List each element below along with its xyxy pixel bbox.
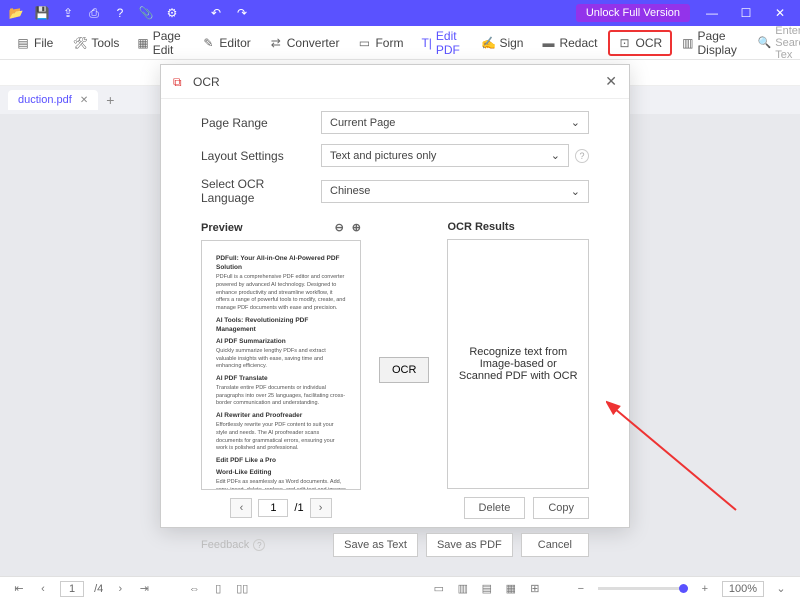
- ocr-dialog-icon: ⧉: [173, 75, 187, 89]
- redact-icon: ▬: [541, 36, 555, 50]
- layout-help-icon[interactable]: ?: [575, 149, 589, 163]
- status-bar: ⇤ ‹ 1 /4 › ⇥ ⇔ ▯ ▯▯ ▭ ▥ ▤ ▦ ⊞ − + 100% ⌄: [0, 576, 800, 600]
- title-bar: 📂 💾 ⇪ ⎙ ? 📎 ⚙ ↶ ↷ Unlock Full Version — …: [0, 0, 800, 26]
- zoom-slider[interactable]: [598, 587, 688, 590]
- ocr-tab[interactable]: ⊡OCR: [608, 30, 673, 56]
- ocr-icon: ⊡: [618, 36, 632, 50]
- feedback-link[interactable]: Feedback?: [201, 539, 265, 551]
- preview-pager: ‹ /1 ›: [201, 498, 361, 518]
- unlock-button[interactable]: Unlock Full Version: [576, 4, 690, 22]
- language-select[interactable]: Chinese⌄: [321, 180, 589, 203]
- next-page-icon[interactable]: ›: [113, 582, 127, 596]
- undo-icon[interactable]: ↶: [208, 5, 224, 21]
- view-mode-3-icon[interactable]: ▤: [480, 582, 494, 596]
- layout-select[interactable]: Text and pictures only⌄: [321, 144, 569, 167]
- redo-icon[interactable]: ↷: [234, 5, 250, 21]
- preview-header: Preview: [201, 222, 243, 234]
- converter-tab[interactable]: ⇄Converter: [261, 32, 348, 54]
- maximize-button[interactable]: ☐: [734, 6, 758, 20]
- view-mode-1-icon[interactable]: ▭: [432, 582, 446, 596]
- minimize-button[interactable]: —: [700, 6, 724, 20]
- first-page-icon[interactable]: ⇤: [12, 582, 26, 596]
- zoom-level: 100%: [722, 581, 764, 597]
- page-total: /1: [294, 502, 303, 514]
- view-mode-4-icon[interactable]: ▦: [504, 582, 518, 596]
- close-tab-icon[interactable]: ✕: [80, 95, 88, 106]
- document-tab[interactable]: duction.pdf ✕: [8, 90, 98, 110]
- search-icon: 🔍: [758, 36, 772, 49]
- page-range-label: Page Range: [201, 116, 321, 130]
- form-tab[interactable]: ▭Form: [349, 32, 411, 54]
- next-page-button[interactable]: ›: [310, 498, 332, 518]
- fit-width-icon[interactable]: ⇔: [187, 582, 201, 596]
- feedback-help-icon: ?: [253, 539, 265, 551]
- zoom-in-icon[interactable]: ⊕: [352, 221, 361, 234]
- chevron-down-icon: ⌄: [571, 116, 580, 129]
- settings-icon[interactable]: ⚙: [164, 5, 180, 21]
- cancel-button[interactable]: Cancel: [521, 533, 589, 557]
- two-page-icon[interactable]: ▯▯: [235, 582, 249, 596]
- last-page-icon[interactable]: ⇥: [137, 582, 151, 596]
- view-mode-2-icon[interactable]: ▥: [456, 582, 470, 596]
- editor-icon: ✎: [201, 36, 215, 50]
- page-display-tab[interactable]: ▥Page Display: [674, 25, 747, 61]
- single-page-icon[interactable]: ▯: [211, 582, 225, 596]
- file-menu[interactable]: ▤File: [8, 32, 61, 54]
- main-toolbar: ▤File 🛠Tools ▦Page Edit ✎Editor ⇄Convert…: [0, 26, 800, 60]
- save-as-pdf-button[interactable]: Save as PDF: [426, 533, 513, 557]
- ocr-results-box: Recognize text from Image-based or Scann…: [447, 239, 589, 489]
- lang-label: Select OCR Language: [201, 177, 321, 205]
- edit-pdf-icon: T|: [421, 36, 431, 50]
- close-window-button[interactable]: ✕: [768, 6, 792, 20]
- editor-tab[interactable]: ✎Editor: [193, 32, 258, 54]
- layout-label: Layout Settings: [201, 149, 321, 163]
- new-tab-button[interactable]: +: [106, 92, 114, 108]
- save-icon[interactable]: 💾: [34, 5, 50, 21]
- page-edit-tab[interactable]: ▦Page Edit: [129, 25, 191, 61]
- page-input[interactable]: [258, 499, 288, 517]
- attach-icon[interactable]: 📎: [138, 5, 154, 21]
- zoom-dropdown-icon[interactable]: ⌄: [774, 582, 788, 596]
- tools-icon: 🛠: [73, 36, 87, 50]
- close-dialog-button[interactable]: ✕: [605, 73, 617, 90]
- save-as-text-button[interactable]: Save as Text: [333, 533, 418, 557]
- preview-thumbnail: PDFull: Your All-in-One AI-Powered PDF S…: [201, 240, 361, 490]
- print-icon[interactable]: ⎙: [86, 5, 102, 21]
- copy-button[interactable]: Copy: [533, 497, 589, 519]
- page-display-icon: ▥: [682, 36, 693, 50]
- ocr-dialog: ⧉ OCR ✕ Page Range Current Page⌄ Layout …: [160, 64, 630, 528]
- dialog-title: OCR: [193, 75, 220, 89]
- sign-icon: ✍: [481, 36, 495, 50]
- form-icon: ▭: [357, 36, 371, 50]
- file-icon: ▤: [16, 36, 30, 50]
- prev-page-button[interactable]: ‹: [230, 498, 252, 518]
- chevron-down-icon: ⌄: [551, 149, 560, 162]
- converter-icon: ⇄: [269, 36, 283, 50]
- chevron-down-icon: ⌄: [571, 185, 580, 198]
- dialog-header: ⧉ OCR ✕: [161, 65, 629, 99]
- tab-label: duction.pdf: [18, 94, 72, 106]
- zoom-out-button[interactable]: −: [574, 582, 588, 596]
- help-icon[interactable]: ?: [112, 5, 128, 21]
- redact-tab[interactable]: ▬Redact: [533, 32, 605, 54]
- page-edit-icon: ▦: [137, 36, 148, 50]
- tools-tab[interactable]: 🛠Tools: [65, 32, 127, 54]
- delete-button[interactable]: Delete: [464, 497, 526, 519]
- status-total: /4: [94, 583, 103, 595]
- results-header: OCR Results: [447, 221, 514, 233]
- folder-open-icon[interactable]: 📂: [8, 5, 24, 21]
- share-icon[interactable]: ⇪: [60, 5, 76, 21]
- sign-tab[interactable]: ✍Sign: [473, 32, 531, 54]
- zoom-in-button[interactable]: +: [698, 582, 712, 596]
- zoom-out-icon[interactable]: ⊖: [335, 221, 344, 234]
- status-page: 1: [60, 581, 84, 597]
- search-box[interactable]: 🔍Enter Search Tex: [752, 25, 800, 61]
- edit-pdf-tab[interactable]: T|Edit PDF: [413, 25, 471, 61]
- view-mode-5-icon[interactable]: ⊞: [528, 582, 542, 596]
- prev-page-icon[interactable]: ‹: [36, 582, 50, 596]
- run-ocr-button[interactable]: OCR: [379, 357, 429, 383]
- page-range-select[interactable]: Current Page⌄: [321, 111, 589, 134]
